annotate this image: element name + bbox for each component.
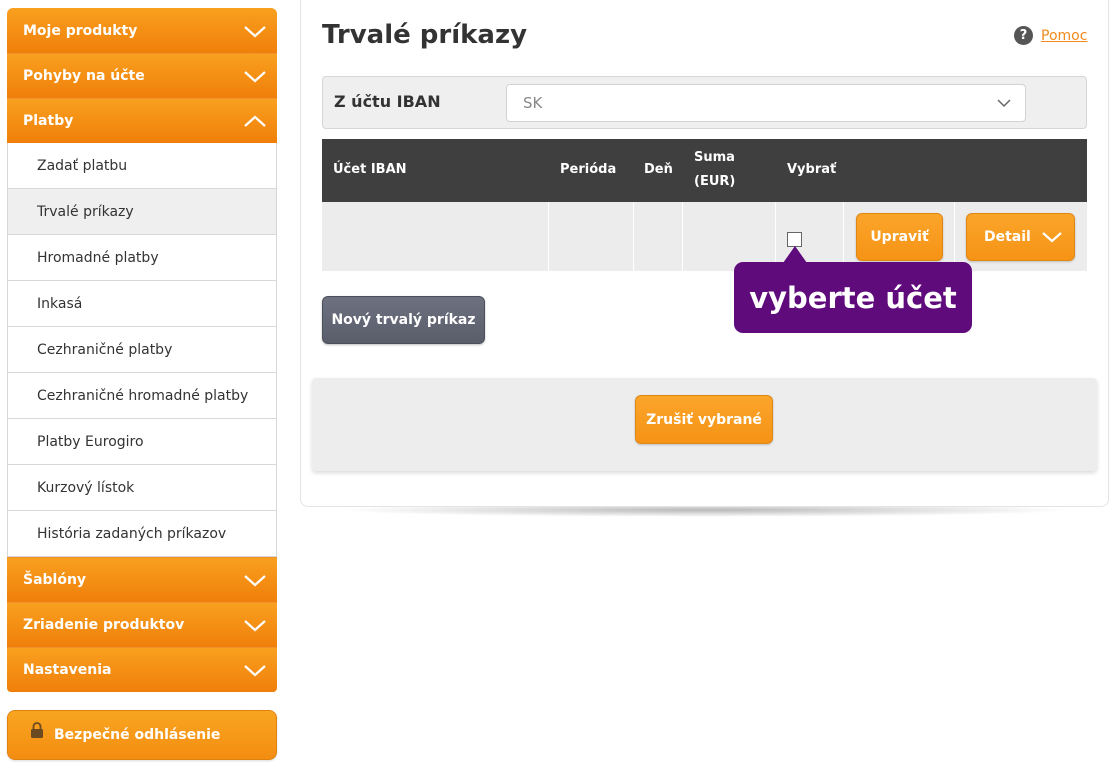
column-header-amount-unit: (EUR) xyxy=(694,174,736,189)
sidebar-group-zriadenie[interactable]: Zriadenie produktov xyxy=(7,602,277,647)
sidebar-item-label: Kurzový lístok xyxy=(37,479,135,496)
sidebar-item-zadat-platbu[interactable]: Zadať platbu xyxy=(7,143,277,189)
sidebar-item-cezhranicne-platby[interactable]: Cezhraničné platby xyxy=(7,327,277,373)
edit-button[interactable]: Upraviť xyxy=(856,213,943,261)
iban-select-value: SK xyxy=(523,94,543,112)
iban-filter-bar: Z účtu IBAN SK xyxy=(322,76,1087,129)
column-divider xyxy=(548,202,549,271)
tooltip-pointer xyxy=(783,246,807,263)
sidebar-item-label: Trvalé príkazy xyxy=(37,203,134,220)
chevron-down-icon xyxy=(244,71,266,83)
column-header-period: Perióda xyxy=(560,162,617,177)
logout-button[interactable]: Bezpečné odhlásenie xyxy=(7,710,277,760)
edit-button-label: Upraviť xyxy=(870,229,929,245)
sidebar-group-nastavenia[interactable]: Nastavenia xyxy=(7,647,277,692)
column-divider xyxy=(843,202,844,271)
column-divider xyxy=(633,202,634,271)
chevron-down-icon xyxy=(244,25,266,37)
select-account-tooltip: vyberte účet xyxy=(734,262,972,333)
chevron-down-icon xyxy=(997,98,1011,107)
sidebar-group-label: Platby xyxy=(23,113,74,129)
sidebar-item-label: História zadaných príkazov xyxy=(37,525,227,542)
chevron-down-icon xyxy=(244,575,266,587)
column-header-day: Deň xyxy=(644,162,673,177)
sidebar-item-inkasa[interactable]: Inkasá xyxy=(7,281,277,327)
new-standing-order-button[interactable]: Nový trvalý príkaz xyxy=(322,296,485,344)
column-divider xyxy=(682,202,683,271)
help-link-group: ? Pomoc xyxy=(1014,26,1087,45)
sidebar-group-sablony[interactable]: Šablóny xyxy=(7,557,277,602)
sidebar-group-moje-produkty[interactable]: Moje produkty xyxy=(7,8,277,53)
sidebar-group-label: Pohyby na účte xyxy=(23,68,145,84)
sidebar-item-label: Cezhraničné hromadné platby xyxy=(37,387,249,404)
cancel-selected-button[interactable]: Zrušiť vybrané xyxy=(635,395,773,444)
iban-select[interactable]: SK xyxy=(506,84,1026,122)
chevron-down-icon xyxy=(244,620,266,632)
chevron-up-icon xyxy=(244,115,266,127)
detail-button-label: Detail xyxy=(984,229,1031,245)
sidebar-group-label: Nastavenia xyxy=(23,662,112,678)
sidebar-item-trvale-prikazy[interactable]: Trvalé príkazy xyxy=(7,189,277,235)
sidebar-item-hromadne-platby[interactable]: Hromadné platby xyxy=(7,235,277,281)
sidebar-group-pohyby[interactable]: Pohyby na účte xyxy=(7,53,277,98)
sidebar-item-label: Platby Eurogiro xyxy=(37,433,144,450)
lock-icon xyxy=(31,722,43,738)
sidebar-group-platby[interactable]: Platby xyxy=(7,98,277,143)
page-title: Trvalé príkazy xyxy=(322,20,528,50)
logout-label: Bezpečné odhlásenie xyxy=(54,727,221,743)
sidebar-nav: Moje produkty Pohyby na účte Platby Zada… xyxy=(7,8,277,692)
column-header-iban: Účet IBAN xyxy=(333,162,407,177)
sidebar-item-kurzovy-listok[interactable]: Kurzový lístok xyxy=(7,465,277,511)
sidebar-group-label: Moje produkty xyxy=(23,22,138,39)
sidebar-item-eurogiro[interactable]: Platby Eurogiro xyxy=(7,419,277,465)
sidebar-item-label: Inkasá xyxy=(37,295,83,312)
table-header: Účet IBAN Perióda Deň Suma (EUR) Vybrať xyxy=(322,139,1087,202)
column-header-amount: Suma xyxy=(694,150,735,165)
sidebar-item-cezhranicne-hromadne[interactable]: Cezhraničné hromadné platby xyxy=(7,373,277,419)
column-header-select: Vybrať xyxy=(787,162,837,177)
sidebar-item-label: Zadať platbu xyxy=(37,157,128,174)
chevron-down-icon xyxy=(1042,232,1062,243)
cancel-selected-label: Zrušiť vybrané xyxy=(646,411,762,428)
sidebar-group-label: Zriadenie produktov xyxy=(23,617,185,633)
sidebar-item-historia[interactable]: História zadaných príkazov xyxy=(7,511,277,557)
new-standing-order-label: Nový trvalý príkaz xyxy=(331,312,476,328)
chevron-down-icon xyxy=(244,665,266,677)
row-select-checkbox[interactable] xyxy=(787,232,802,247)
iban-filter-label: Z účtu IBAN xyxy=(334,92,441,111)
column-divider xyxy=(775,202,776,271)
sidebar-item-label: Hromadné platby xyxy=(37,249,159,266)
help-link[interactable]: Pomoc xyxy=(1041,28,1087,44)
sidebar-group-label: Šablóny xyxy=(23,572,87,588)
detail-button[interactable]: Detail xyxy=(966,213,1075,261)
sidebar-item-label: Cezhraničné platby xyxy=(37,341,173,358)
column-divider xyxy=(954,202,955,271)
question-icon[interactable]: ? xyxy=(1014,26,1033,45)
